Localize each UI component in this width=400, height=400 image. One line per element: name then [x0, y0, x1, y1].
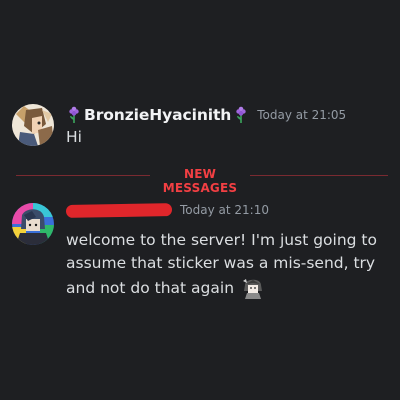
hyacinth-flower-icon	[66, 106, 82, 124]
message-1: BronzieHyacinith Today at 21:05 Hi	[0, 100, 400, 150]
timestamp: Today at 21:10	[180, 203, 269, 217]
username[interactable]: BronzieHyacinith	[84, 106, 231, 124]
hyacinth-flower-icon	[233, 106, 249, 124]
redacted-username[interactable]	[65, 202, 173, 218]
avatar-redacted-user[interactable]	[12, 203, 54, 245]
message-text-content: welcome to the server! I'm just going to…	[66, 231, 377, 297]
avatar-bronziehyacinith[interactable]	[12, 104, 54, 146]
message-text: Hi	[66, 128, 82, 146]
message-2: Today at 21:10 welcome to the server! I'…	[0, 195, 400, 305]
message-text: welcome to the server! I'm just going to…	[66, 229, 396, 300]
anime-character-emoji-icon	[241, 275, 265, 299]
timestamp: Today at 21:05	[257, 108, 347, 122]
new-messages-label: NEW MESSAGES	[150, 167, 250, 195]
